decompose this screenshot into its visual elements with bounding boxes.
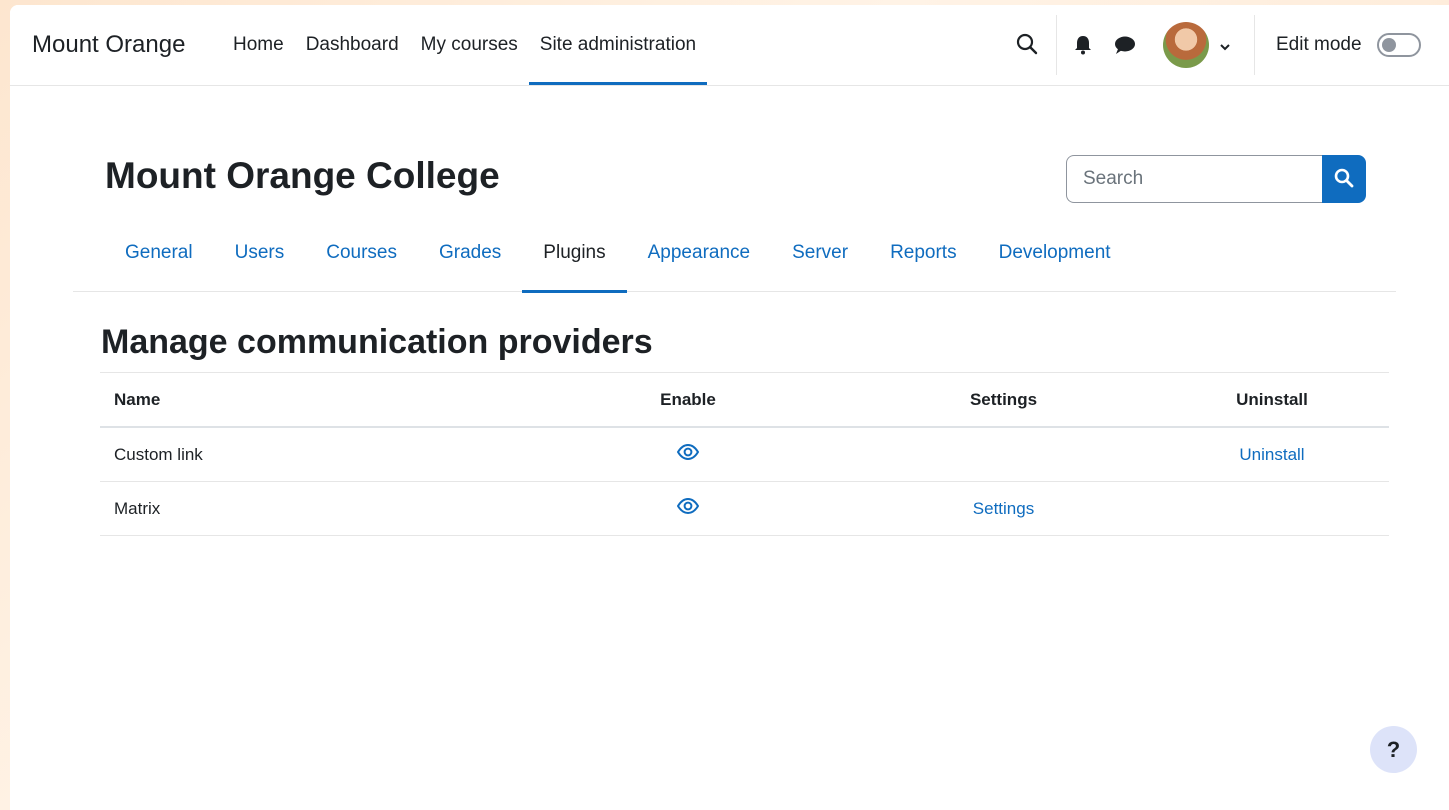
tab-general[interactable]: General xyxy=(104,227,214,292)
navbar-divider xyxy=(1056,15,1057,75)
edit-mode-label: Edit mode xyxy=(1276,34,1362,55)
uninstall-link[interactable]: Uninstall xyxy=(1239,445,1304,464)
column-header-settings: Settings xyxy=(852,372,1155,428)
site-brand[interactable]: Mount Orange xyxy=(32,31,185,59)
admin-tabs: General Users Courses Grades Plugins App… xyxy=(73,227,1396,293)
tab-grades[interactable]: Grades xyxy=(418,227,522,292)
settings-link[interactable]: Settings xyxy=(973,499,1034,518)
chat-icon[interactable] xyxy=(1114,36,1136,60)
primary-navigation: Home Dashboard My courses Site administr… xyxy=(222,5,708,85)
nav-item-dashboard[interactable]: Dashboard xyxy=(295,5,410,85)
enable-cell xyxy=(524,427,852,482)
chevron-down-icon[interactable] xyxy=(1219,39,1231,57)
nav-item-site-administration[interactable]: Site administration xyxy=(528,5,708,85)
tab-users[interactable]: Users xyxy=(214,227,306,292)
edit-mode-toggle[interactable] xyxy=(1377,33,1421,57)
eye-icon[interactable] xyxy=(676,443,700,465)
bell-icon[interactable] xyxy=(1074,35,1092,60)
table-header-row: Name Enable Settings Uninstall xyxy=(100,372,1389,428)
provider-name: Matrix xyxy=(100,481,524,536)
uninstall-cell: Uninstall xyxy=(1155,427,1389,482)
column-header-name: Name xyxy=(100,372,524,428)
section-title: Manage communication providers xyxy=(101,323,653,361)
tab-plugins[interactable]: Plugins xyxy=(522,227,627,293)
page-frame: Mount Orange Home Dashboard My courses S… xyxy=(10,5,1449,810)
course-search xyxy=(1066,155,1366,203)
top-navbar: Mount Orange Home Dashboard My courses S… xyxy=(10,5,1449,86)
column-header-uninstall: Uninstall xyxy=(1155,372,1389,428)
settings-cell xyxy=(852,427,1155,482)
search-button[interactable] xyxy=(1322,155,1366,203)
provider-name: Custom link xyxy=(100,427,524,482)
tab-development[interactable]: Development xyxy=(978,227,1132,292)
search-icon xyxy=(1334,168,1354,191)
column-header-enable: Enable xyxy=(524,372,852,428)
navbar-divider xyxy=(1254,15,1255,75)
tab-server[interactable]: Server xyxy=(771,227,869,292)
nav-item-my-courses[interactable]: My courses xyxy=(410,5,529,85)
eye-icon[interactable] xyxy=(676,497,700,519)
uninstall-cell xyxy=(1155,481,1389,536)
tab-courses[interactable]: Courses xyxy=(305,227,418,292)
toggle-knob xyxy=(1382,38,1396,52)
help-button[interactable]: ? xyxy=(1370,726,1417,773)
page-title: Mount Orange College xyxy=(105,155,500,196)
providers-table: Name Enable Settings Uninstall Custom li… xyxy=(100,372,1389,536)
nav-item-home[interactable]: Home xyxy=(222,5,295,85)
table-row: Custom link Uninstall xyxy=(100,427,1389,482)
table-row: Matrix Settings xyxy=(100,481,1389,536)
tab-appearance[interactable]: Appearance xyxy=(627,227,771,292)
enable-cell xyxy=(524,481,852,536)
tab-reports[interactable]: Reports xyxy=(869,227,978,292)
settings-cell: Settings xyxy=(852,481,1155,536)
search-input[interactable] xyxy=(1066,155,1322,203)
user-avatar[interactable] xyxy=(1163,22,1209,68)
search-icon[interactable] xyxy=(1016,33,1038,60)
